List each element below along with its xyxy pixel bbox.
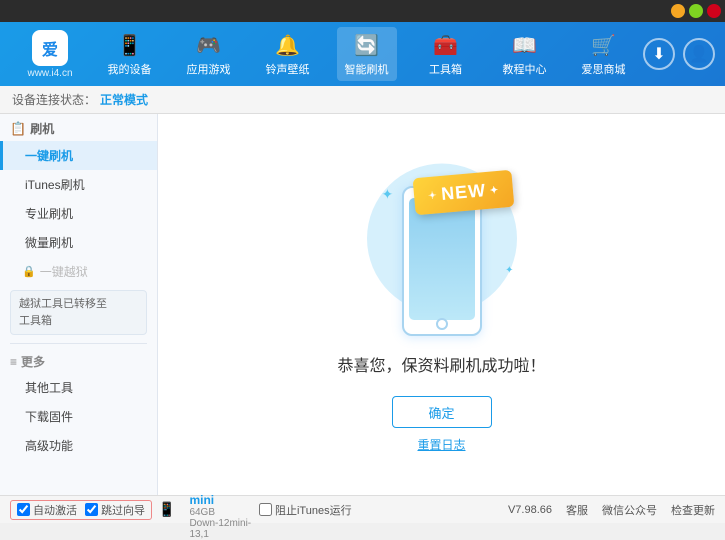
sidebar-one-click-flash[interactable]: 一键刷机 (0, 141, 157, 170)
sidebar-jailbreak-note: 越狱工具已转移至 工具箱 (10, 290, 147, 335)
stop-itunes-input[interactable] (259, 503, 272, 516)
success-illustration: ✦ ✦ ✦ NEW (352, 156, 532, 336)
confirm-button[interactable]: 确定 (392, 396, 492, 428)
phone-screen (409, 198, 475, 320)
bottom-right: V7.98.66 客服 微信公众号 检查更新 (508, 502, 715, 518)
phone-small-icon: 📱 (158, 501, 175, 518)
sparkle-bottom-right: ✦ (505, 265, 513, 276)
logo-url: www.i4.cn (27, 68, 72, 79)
close-btn[interactable] (707, 4, 721, 18)
ringtone-icon: 🔔 (274, 31, 302, 59)
mall-icon: 🛒 (590, 31, 618, 59)
header: 爱 www.i4.cn 📱 我的设备 🎮 应用游戏 🔔 铃声壁纸 🔄 智能刷机 … (0, 22, 725, 86)
sidebar-advanced[interactable]: 高级功能 (0, 431, 157, 460)
sidebar: 📋 刷机 一键刷机 iTunes刷机 专业刷机 微量刷机 🔒 一键越狱 越狱工具… (0, 114, 158, 495)
sidebar-locked-jailbreak: 🔒 一键越狱 (0, 257, 157, 286)
minimize-btn[interactable] (671, 4, 685, 18)
success-message: 恭喜您，保资料刷机成功啦！ (337, 352, 545, 376)
nav-mall[interactable]: 🛒 爱思商城 (574, 27, 634, 81)
sidebar-download-firmware[interactable]: 下载固件 (0, 402, 157, 431)
auto-activate-input[interactable] (17, 503, 30, 516)
user-btn[interactable]: 👤 (683, 38, 715, 70)
device-icon: 📱 (116, 31, 144, 59)
stop-itunes-checkbox[interactable]: 阻止iTunes运行 (259, 502, 352, 518)
phone-home-button (436, 318, 448, 330)
device-model: Down-12mini-13,1 (189, 518, 259, 540)
maximize-btn[interactable] (689, 4, 703, 18)
download-btn[interactable]: ⬇ (643, 38, 675, 70)
sidebar-itunes-flash[interactable]: iTunes刷机 (0, 170, 157, 199)
nav-my-device[interactable]: 📱 我的设备 (100, 27, 160, 81)
version-text: V7.98.66 (508, 504, 552, 516)
status-label: 设备连接状态： (12, 91, 96, 108)
checkbox-group: 自动激活 跳过向导 (10, 500, 152, 520)
lock-icon: 🔒 (22, 265, 36, 278)
more-section-icon: ≡ (10, 355, 17, 369)
update-link[interactable]: 检查更新 (671, 502, 715, 518)
reboot-log-link[interactable]: 重置日志 (417, 436, 465, 453)
content-area: ✦ ✦ ✦ NEW 恭喜您，保资料刷机成功啦！ 确定 重置日志 (158, 114, 725, 495)
wechat-link[interactable]: 微信公众号 (602, 502, 657, 518)
more-section-title: ≡ 更多 (0, 348, 157, 373)
nav-tutorial[interactable]: 📖 教程中心 (495, 27, 555, 81)
service-link[interactable]: 客服 (566, 502, 588, 518)
device-storage: 64GB (189, 507, 259, 518)
logo[interactable]: 爱 www.i4.cn (10, 30, 90, 79)
app-icon: 🎮 (195, 31, 223, 59)
skip-wizard-checkbox[interactable]: 跳过向导 (85, 502, 145, 518)
sidebar-pro-flash[interactable]: 专业刷机 (0, 199, 157, 228)
bottom-bar: 自动激活 跳过向导 📱 iPhone 12 mini 64GB Down-12m… (0, 495, 725, 523)
titlebar (0, 0, 725, 22)
sparkle-left: ✦ (382, 186, 394, 203)
flash-section-icon: 📋 (10, 121, 26, 137)
nav-ringtone[interactable]: 🔔 铃声壁纸 (258, 27, 318, 81)
main-layout: 📋 刷机 一键刷机 iTunes刷机 专业刷机 微量刷机 🔒 一键越狱 越狱工具… (0, 114, 725, 495)
nav-right: ⬇ 👤 (643, 38, 715, 70)
sidebar-divider (10, 343, 147, 344)
flash-icon: 🔄 (353, 31, 381, 59)
stop-itunes-area: 阻止iTunes运行 (259, 502, 508, 518)
skip-wizard-input[interactable] (85, 503, 98, 516)
nav-smart-flash[interactable]: 🔄 智能刷机 (337, 27, 397, 81)
nav-items: 📱 我的设备 🎮 应用游戏 🔔 铃声壁纸 🔄 智能刷机 🧰 工具箱 📖 教程中心… (90, 27, 643, 81)
logo-icon: 爱 (32, 30, 68, 66)
sidebar-other-tools[interactable]: 其他工具 (0, 373, 157, 402)
flash-section-title: 📋 刷机 (0, 114, 157, 141)
auto-activate-checkbox[interactable]: 自动激活 (17, 502, 77, 518)
statusbar: 设备连接状态： 正常模式 (0, 86, 725, 114)
tutorial-icon: 📖 (511, 31, 539, 59)
sidebar-save-flash[interactable]: 微量刷机 (0, 228, 157, 257)
status-value: 正常模式 (100, 91, 148, 108)
nav-app-game[interactable]: 🎮 应用游戏 (179, 27, 239, 81)
nav-toolbox[interactable]: 🧰 工具箱 (416, 27, 476, 81)
toolbox-icon: 🧰 (432, 31, 460, 59)
